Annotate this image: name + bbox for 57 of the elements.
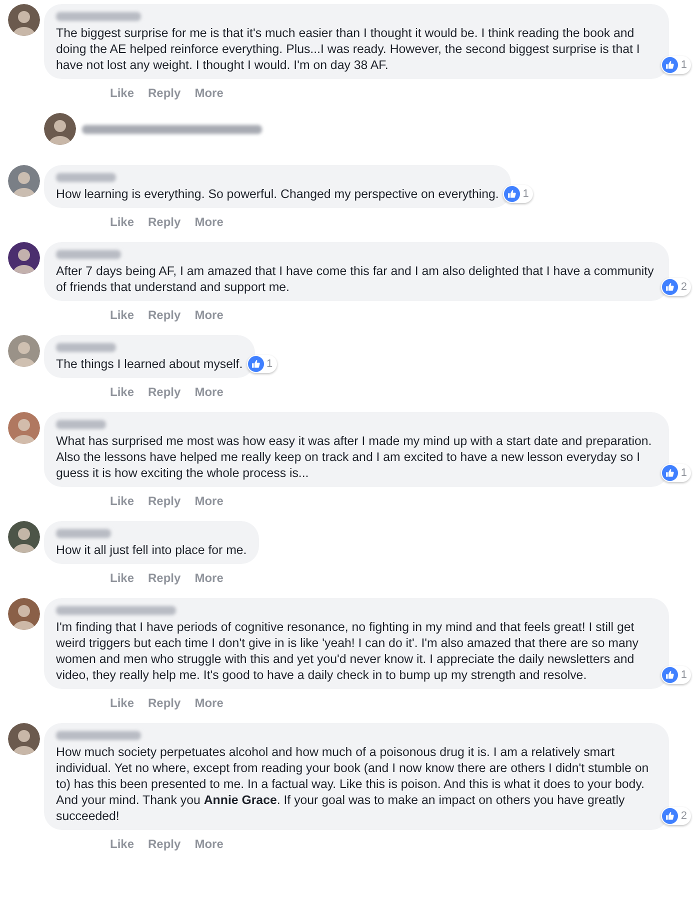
action-link[interactable]: Reply xyxy=(148,569,181,587)
avatar[interactable] xyxy=(44,113,76,145)
action-link[interactable]: Reply xyxy=(148,306,181,324)
avatar[interactable] xyxy=(8,598,40,630)
comment-text: The things I learned about myself. xyxy=(56,356,243,372)
like-icon xyxy=(662,279,678,295)
like-icon xyxy=(662,808,678,824)
redacted-name xyxy=(56,173,116,182)
reaction-badge[interactable]: 1 xyxy=(246,355,277,373)
comment-text: How it all just fell into place for me. xyxy=(56,542,247,558)
reaction-badge[interactable]: 2 xyxy=(660,278,691,296)
action-link[interactable]: Reply xyxy=(148,383,181,401)
like-icon xyxy=(662,465,678,481)
comment-text: The biggest surprise for me is that it's much easier than I thought it would be. I think reading the book and doing the AE helped reinforce everything. Plus...I was ready. However, the second biggest surprise is that I have not lost any weight. I thought I would. I'm on day 38 AF. xyxy=(56,25,641,73)
action-link[interactable]: Like xyxy=(110,835,134,853)
action-link[interactable]: Like xyxy=(110,306,134,324)
action-link[interactable]: Like xyxy=(110,213,134,231)
avatar[interactable] xyxy=(8,4,40,36)
redacted-name xyxy=(56,420,106,429)
avatar[interactable] xyxy=(8,242,40,274)
comment-text: After 7 days being AF, I am amazed that I have come this far and I am also delighted that I have a community of friends that understand and support me. xyxy=(56,263,655,295)
like-icon xyxy=(504,186,520,202)
reaction-badge[interactable]: 2 xyxy=(660,807,691,825)
like-icon xyxy=(248,356,264,372)
redacted-name xyxy=(56,250,121,259)
action-link[interactable]: More xyxy=(194,383,224,401)
action-link[interactable]: More xyxy=(194,492,224,510)
action-link[interactable]: Reply xyxy=(148,492,181,510)
action-link[interactable]: More xyxy=(194,835,224,853)
action-link[interactable]: More xyxy=(194,213,224,231)
action-link[interactable]: Like xyxy=(110,492,134,510)
action-link[interactable]: Like xyxy=(110,694,134,712)
like-icon xyxy=(662,667,678,683)
comment-text: How much society perpetuates alcohol and how much of a poisonous drug it is. I am a relatively smart individual. Yet no where, except from reading your book (and I now know there are others I didn't stumble on to) has this been presented to me. In a factual way. Like this is poison. And this is what it does to your body. And your mind. Thank you Annie Grace. If your goal was to make an impact on others you have greatly succeeded! xyxy=(56,744,650,824)
comment-text: What has surprised me most was how easy it was after I made my mind up with a start date and preparation. Also the lessons have helped me really keep on track and I am excited to have a new lesson everyday so I guess it is how exciting the whole process is... xyxy=(56,433,653,481)
reaction-badge[interactable]: 1 xyxy=(502,185,533,203)
reaction-badge[interactable]: 1 xyxy=(660,666,691,684)
reaction-badge[interactable]: 1 xyxy=(660,464,691,482)
action-link[interactable]: Like xyxy=(110,383,134,401)
action-link[interactable]: More xyxy=(194,694,224,712)
redacted-name xyxy=(56,343,116,352)
comment-text: How learning is everything. So powerful. Changed my perspective on everything. xyxy=(56,186,499,202)
avatar[interactable] xyxy=(8,723,40,755)
action-link[interactable]: More xyxy=(194,569,224,587)
action-link[interactable]: Like xyxy=(110,569,134,587)
action-link[interactable]: Like xyxy=(110,84,134,102)
like-icon xyxy=(662,57,678,73)
avatar[interactable] xyxy=(8,521,40,553)
action-link[interactable]: Reply xyxy=(148,694,181,712)
comment-text: I'm finding that I have periods of cognitive resonance, no fighting in my mind and that feels great! I still get weird triggers but each time I don't give in is like 'yeah! I can do it'. I'm also amazed that there are so many women and men who struggle with this and yet you'd never know it. I appreciate the daily newsletters and video, they really help me. It's good to have a daily check in to bump up my strength and resolve. xyxy=(56,619,640,683)
action-link[interactable]: Reply xyxy=(148,835,181,853)
redacted-name xyxy=(56,529,111,538)
action-link[interactable]: More xyxy=(194,306,224,324)
action-link[interactable]: More xyxy=(194,84,224,102)
action-link[interactable]: Reply xyxy=(148,84,181,102)
reaction-badge[interactable]: 1 xyxy=(660,56,691,74)
action-link[interactable]: Reply xyxy=(148,213,181,231)
